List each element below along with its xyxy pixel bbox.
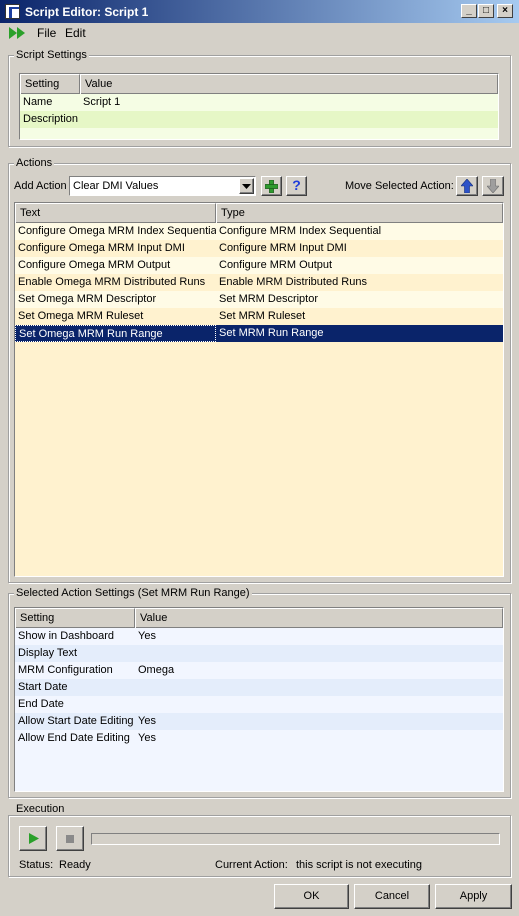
action-text: Set Omega MRM Descriptor <box>18 293 157 305</box>
action-text: Configure Omega MRM Output <box>18 259 171 271</box>
cancel-button[interactable]: Cancel <box>354 884 430 909</box>
column-header-setting[interactable]: Setting <box>20 74 80 94</box>
arrow-up-icon <box>461 179 473 193</box>
action-type: Enable MRM Distributed Runs <box>219 276 367 288</box>
status-value: Ready <box>59 859 91 871</box>
setting-value[interactable]: Script 1 <box>80 94 498 111</box>
execution-title: Execution <box>14 803 67 815</box>
table-header: Setting Value <box>15 608 503 628</box>
stop-icon <box>66 835 74 843</box>
table-row[interactable]: Allow Start Date Editing Yes <box>15 713 503 730</box>
table-row[interactable]: Configure Omega MRM Index Sequential Con… <box>15 223 503 240</box>
setting-value[interactable]: Yes <box>135 713 503 730</box>
action-type: Configure MRM Input DMI <box>219 242 347 254</box>
status-label: Status: <box>19 859 54 871</box>
column-header-setting[interactable]: Setting <box>15 608 135 628</box>
actions-table: Text Type Configure Omega MRM Index Sequ… <box>14 202 504 577</box>
table-row[interactable]: Allow End Date Editing Yes <box>15 730 503 747</box>
action-text: Enable Omega MRM Distributed Runs <box>18 276 206 288</box>
setting-name: Show in Dashboard <box>18 630 115 642</box>
setting-name: MRM Configuration <box>18 664 113 676</box>
setting-value[interactable] <box>135 696 503 713</box>
table-row[interactable]: Name Script 1 <box>20 94 498 111</box>
menu-file[interactable]: File <box>37 26 56 40</box>
table-row[interactable]: Configure Omega MRM Output Configure MRM… <box>15 257 503 274</box>
setting-value[interactable]: Omega <box>135 662 503 679</box>
table-row[interactable]: End Date <box>15 696 503 713</box>
current-action-label: Current Action: <box>215 859 288 871</box>
current-action-value: this script is not executing <box>296 859 422 871</box>
setting-value[interactable] <box>80 111 498 128</box>
column-header-text[interactable]: Text <box>15 203 216 223</box>
arrow-down-icon <box>487 179 499 193</box>
script-settings-table: Setting Value Name Script 1 Description <box>19 73 499 140</box>
action-type: Configure MRM Index Sequential <box>219 225 382 237</box>
script-settings-title: Script Settings <box>14 49 89 61</box>
play-icon <box>29 833 39 844</box>
table-row[interactable]: Set Omega MRM Descriptor Set MRM Descrip… <box>15 291 503 308</box>
maximize-button[interactable]: □ <box>478 4 494 18</box>
table-row[interactable]: MRM Configuration Omega <box>15 662 503 679</box>
action-type: Set MRM Ruleset <box>219 310 306 322</box>
table-header: Setting Value <box>20 74 498 94</box>
setting-name: Allow End Date Editing <box>18 732 130 744</box>
setting-name: Allow Start Date Editing <box>18 715 134 727</box>
setting-name: Description <box>23 113 79 125</box>
table-row[interactable]: Configure Omega MRM Input DMI Configure … <box>15 240 503 257</box>
chevron-down-icon <box>242 184 251 189</box>
add-action-select[interactable]: Clear DMI Values <box>69 176 256 196</box>
dropdown-button[interactable] <box>239 178 254 194</box>
stop-button[interactable] <box>56 826 84 851</box>
add-action-button[interactable] <box>261 176 282 196</box>
action-type: Configure MRM Output <box>219 259 333 271</box>
setting-value[interactable]: Yes <box>135 730 503 747</box>
setting-name: Name <box>23 96 53 108</box>
setting-value[interactable]: Yes <box>135 628 503 645</box>
actions-title: Actions <box>14 157 55 169</box>
app-icon <box>5 4 20 19</box>
move-down-button[interactable] <box>482 176 504 196</box>
action-type: Set MRM Descriptor <box>219 293 319 305</box>
column-header-type[interactable]: Type <box>216 203 503 223</box>
run-script-icon[interactable] <box>9 27 27 39</box>
setting-value[interactable] <box>135 679 503 696</box>
table-row-selected[interactable]: Set Omega MRM Run Range Set MRM Run Rang… <box>15 325 503 342</box>
apply-button[interactable]: Apply <box>435 884 512 909</box>
action-text: Configure Omega MRM Index Sequential <box>18 225 216 237</box>
action-text: Set Omega MRM Run Range <box>15 325 216 342</box>
close-button[interactable]: × <box>497 4 513 18</box>
table-header: Text Type <box>15 203 503 223</box>
column-header-value[interactable]: Value <box>135 608 503 628</box>
table-row[interactable]: Set Omega MRM Ruleset Set MRM Ruleset <box>15 308 503 325</box>
table-row[interactable]: Start Date <box>15 679 503 696</box>
table-row[interactable]: Display Text <box>15 645 503 662</box>
action-text: Set Omega MRM Ruleset <box>18 310 144 322</box>
table-row[interactable]: Show in Dashboard Yes <box>15 628 503 645</box>
setting-value[interactable] <box>135 645 503 662</box>
menu-edit[interactable]: Edit <box>65 26 86 40</box>
help-button[interactable]: ? <box>286 176 307 196</box>
run-button[interactable] <box>19 826 47 851</box>
add-action-selected: Clear DMI Values <box>73 180 159 192</box>
table-row[interactable]: Enable Omega MRM Distributed Runs Enable… <box>15 274 503 291</box>
plus-icon <box>265 180 278 193</box>
window-title: Script Editor: Script 1 <box>25 5 149 19</box>
move-selected-label: Move Selected Action: <box>345 180 454 192</box>
setting-name: End Date <box>18 698 64 710</box>
column-header-value[interactable]: Value <box>80 74 498 94</box>
move-up-button[interactable] <box>456 176 478 196</box>
setting-name: Display Text <box>18 647 78 659</box>
execution-progress-bar <box>91 833 500 845</box>
selected-action-table: Setting Value Show in Dashboard Yes Disp… <box>14 607 504 792</box>
add-action-label: Add Action <box>14 180 67 192</box>
table-row[interactable]: Description <box>20 111 498 128</box>
action-type: Set MRM Run Range <box>219 327 324 339</box>
action-text: Configure Omega MRM Input DMI <box>18 242 185 254</box>
setting-name: Start Date <box>18 681 68 693</box>
minimize-button[interactable]: _ <box>461 4 477 18</box>
ok-button[interactable]: OK <box>274 884 349 909</box>
selected-action-title: Selected Action Settings (Set MRM Run Ra… <box>14 587 252 599</box>
